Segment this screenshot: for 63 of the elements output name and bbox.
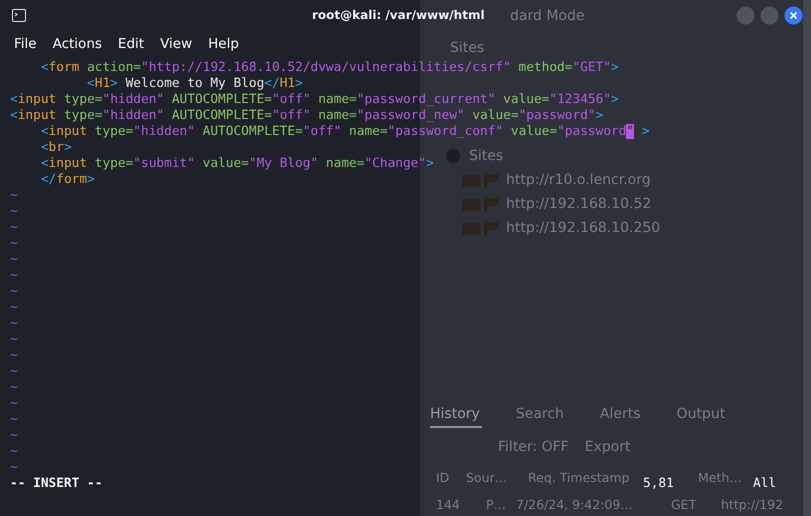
empty-line-marker: ~ bbox=[10, 428, 18, 443]
column-header[interactable]: ID bbox=[436, 470, 450, 485]
tree-item[interactable]: http://192.168.10.250 bbox=[506, 220, 660, 236]
menu-item[interactable]: Edit bbox=[110, 34, 152, 54]
terminal-icon bbox=[12, 8, 26, 22]
empty-line-marker: ~ bbox=[10, 396, 18, 411]
table-cell: P… bbox=[486, 497, 506, 512]
scroll-position: All bbox=[753, 476, 776, 491]
tab[interactable]: History bbox=[430, 404, 482, 428]
empty-line-marker: ~ bbox=[10, 332, 18, 347]
minimize-button[interactable] bbox=[736, 6, 755, 24]
empty-line-marker: ~ bbox=[10, 364, 18, 379]
empty-line-marker: ~ bbox=[10, 188, 18, 203]
code-line: <input type="hidden" AUTOCOMPLETE="off" name="password_conf" value="password" > bbox=[40, 124, 650, 140]
code-line: <input type="submit" value="My Blog" name="Change"> bbox=[40, 156, 434, 172]
code-line: </form> bbox=[40, 172, 95, 188]
folder-icon bbox=[462, 220, 500, 236]
tab[interactable]: Search bbox=[516, 404, 566, 428]
empty-line-marker: ~ bbox=[10, 284, 18, 299]
tab[interactable]: Output bbox=[676, 404, 728, 428]
table-cell: 144 bbox=[436, 497, 460, 512]
tab[interactable]: Alerts bbox=[600, 404, 643, 428]
menu-item[interactable]: Help bbox=[200, 34, 247, 54]
menu-item[interactable]: View bbox=[152, 34, 200, 54]
empty-line-marker: ~ bbox=[10, 252, 18, 267]
code-line: <input type="hidden" AUTOCOMPLETE="off" name="password_new" value="password"> bbox=[10, 108, 604, 124]
empty-line-marker: ~ bbox=[10, 460, 18, 475]
empty-line-marker: ~ bbox=[10, 316, 18, 331]
tree-item[interactable]: Sites bbox=[469, 148, 504, 164]
menu-item[interactable]: Actions bbox=[44, 34, 110, 54]
empty-line-marker: ~ bbox=[10, 236, 18, 251]
folder-icon bbox=[462, 196, 500, 212]
empty-line-marker: ~ bbox=[10, 444, 18, 459]
table-cell: 7/26/24, 9:42:09… bbox=[516, 497, 633, 512]
table-cell: http://192 bbox=[721, 497, 784, 512]
window-title: dard Mode bbox=[510, 8, 584, 24]
column-header[interactable]: Meth… bbox=[698, 470, 742, 485]
table-cell: GET bbox=[671, 497, 696, 512]
code-line: <form action="http://192.168.10.52/dvwa/vulnerabilities/csrf" method="GET"> bbox=[40, 60, 619, 76]
mode-indicator: -- INSERT -- bbox=[10, 476, 102, 491]
maximize-button[interactable] bbox=[760, 6, 779, 24]
menu-item[interactable]: File bbox=[6, 34, 45, 54]
code-line: <br> bbox=[40, 140, 72, 156]
tree-item[interactable]: http://192.168.10.52 bbox=[506, 196, 652, 212]
cursor-position: 5,81 bbox=[643, 476, 674, 491]
filter-button[interactable]: Filter: OFF bbox=[498, 439, 569, 455]
code-line: <input type="hidden" AUTOCOMPLETE="off" name="password_current" value="123456"> bbox=[10, 92, 619, 108]
window-title: root@kali: /var/www/html bbox=[312, 8, 485, 22]
empty-line-marker: ~ bbox=[10, 204, 18, 219]
empty-line-marker: ~ bbox=[10, 300, 18, 315]
export-button[interactable]: Export bbox=[584, 439, 631, 455]
column-header[interactable]: Sour… bbox=[466, 470, 508, 485]
column-header[interactable]: Req. Timestamp bbox=[528, 470, 630, 485]
empty-line-marker: ~ bbox=[10, 348, 18, 363]
code-line: <H1> Welcome to My Blog</H1> bbox=[86, 76, 303, 92]
folder-icon bbox=[462, 172, 500, 188]
empty-line-marker: ~ bbox=[10, 268, 18, 283]
tree-item[interactable]: http://r10.o.lencr.org bbox=[506, 172, 651, 188]
empty-line-marker: ~ bbox=[10, 220, 18, 235]
empty-line-marker: ~ bbox=[10, 380, 18, 395]
close-icon[interactable] bbox=[784, 6, 803, 24]
empty-line-marker: ~ bbox=[10, 412, 18, 427]
tab[interactable]: Sites bbox=[450, 40, 484, 56]
